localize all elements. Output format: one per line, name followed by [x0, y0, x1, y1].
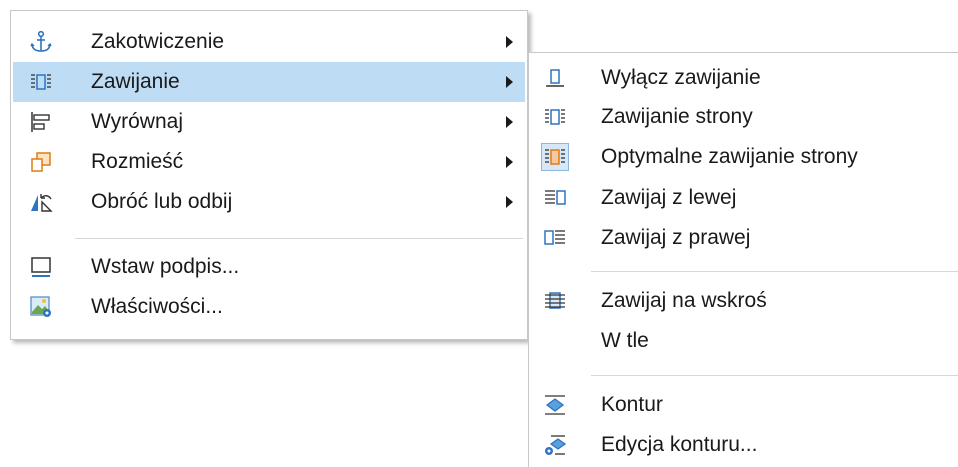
submenu-arrow-icon	[506, 76, 513, 88]
menu-item-rotate-flip[interactable]: Obróć lub odbij	[13, 182, 525, 222]
wrap-left-icon	[543, 186, 567, 210]
menu-separator	[75, 238, 523, 239]
align-icon	[29, 110, 53, 134]
menu-item-properties[interactable]: Właściwości...	[13, 287, 525, 327]
menu-item-label: Zawijanie	[91, 70, 180, 93]
submenu-item-wrap-through[interactable]: Zawijaj na wskroś	[531, 281, 956, 321]
caption-icon	[29, 255, 53, 279]
menu-item-label: Rozmieść	[91, 150, 184, 173]
submenu-arrow-icon	[506, 36, 513, 48]
submenu-arrow-icon	[506, 116, 513, 128]
menu-item-wrap[interactable]: Zawijanie	[13, 62, 525, 102]
menu-item-label: Obróć lub odbij	[91, 190, 233, 213]
wrap-through-icon	[543, 289, 567, 313]
arrange-icon	[29, 150, 53, 174]
menu-item-label: Wstaw podpis...	[91, 255, 240, 278]
edit-contour-icon	[543, 433, 567, 457]
menu-item-arrange[interactable]: Rozmieść	[13, 142, 525, 182]
submenu-item-contour[interactable]: Kontur	[531, 385, 956, 425]
submenu-item-label: Kontur	[601, 393, 663, 416]
rotate-flip-icon	[29, 190, 53, 214]
submenu-item-label: Wyłącz zawijanie	[601, 66, 761, 89]
submenu-item-wrap-left[interactable]: Zawijaj z lewej	[531, 178, 956, 218]
menu-item-label: Właściwości...	[91, 295, 223, 318]
submenu-item-label: Zawijaj z prawej	[601, 226, 751, 249]
submenu-item-optimal-page-wrap[interactable]: Optymalne zawijanie strony	[531, 137, 956, 177]
menu-item-align[interactable]: Wyrównaj	[13, 102, 525, 142]
menu-item-anchor[interactable]: Zakotwiczenie	[13, 22, 525, 62]
menu-separator	[591, 271, 958, 272]
menu-item-label: Zakotwiczenie	[91, 30, 225, 53]
menu-separator	[591, 375, 958, 376]
submenu-item-label: W tle	[601, 329, 649, 352]
wrap-right-icon	[543, 226, 567, 250]
page-wrap-icon	[543, 105, 567, 129]
submenu-item-edit-contour[interactable]: Edycja konturu...	[531, 425, 956, 465]
submenu-item-label: Edycja konturu...	[601, 433, 758, 456]
properties-icon	[29, 295, 53, 319]
submenu-item-label: Zawijanie strony	[601, 105, 753, 128]
submenu-item-wrap-off[interactable]: Wyłącz zawijanie	[531, 58, 956, 98]
submenu-item-wrap-right[interactable]: Zawijaj z prawej	[531, 218, 956, 258]
optimal-page-wrap-icon	[541, 143, 569, 171]
wrap-submenu: Wyłącz zawijanie Zawijanie strony Optyma…	[528, 52, 958, 467]
submenu-arrow-icon	[506, 196, 513, 208]
wrap-off-icon	[543, 66, 567, 90]
submenu-item-label: Optymalne zawijanie strony	[601, 145, 858, 168]
anchor-icon	[29, 30, 53, 54]
submenu-item-label: Zawijaj na wskroś	[601, 289, 767, 312]
menu-item-label: Wyrównaj	[91, 110, 183, 133]
context-menu: Zakotwiczenie Zawijanie Wyrównaj Rozmieś…	[10, 10, 528, 340]
submenu-item-page-wrap[interactable]: Zawijanie strony	[531, 97, 956, 137]
submenu-arrow-icon	[506, 156, 513, 168]
wrap-icon	[29, 70, 53, 94]
contour-icon	[543, 393, 567, 417]
submenu-item-in-background[interactable]: W tle	[531, 321, 956, 361]
menu-item-insert-caption[interactable]: Wstaw podpis...	[13, 247, 525, 287]
submenu-item-label: Zawijaj z lewej	[601, 186, 737, 209]
